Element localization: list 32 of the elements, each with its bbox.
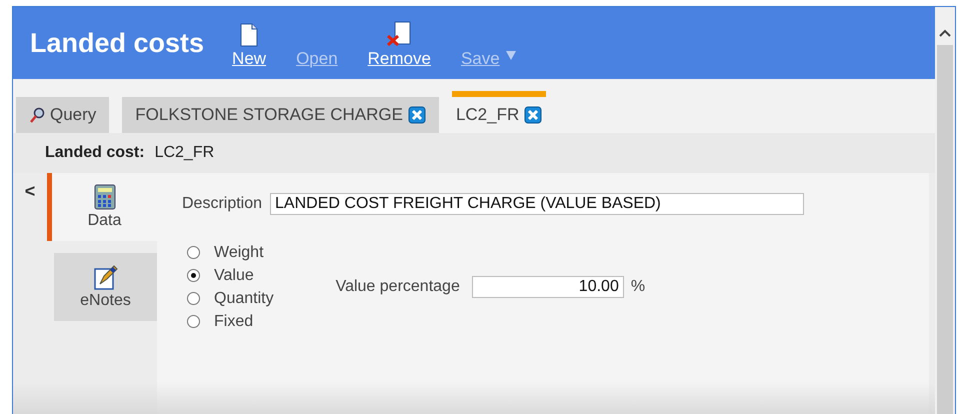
percentage-field[interactable]: 10.00 <box>472 276 624 298</box>
radio-button[interactable] <box>187 246 200 259</box>
radio-button[interactable] <box>187 315 200 328</box>
document-icon <box>240 23 258 47</box>
scroll-up-icon[interactable] <box>939 29 951 37</box>
description-field[interactable]: LANDED COST FREIGHT CHARGE (VALUE BASED) <box>270 193 804 215</box>
radio-label: Value <box>214 266 254 284</box>
radio-label: Weight <box>214 244 264 262</box>
remove-button[interactable]: Remove <box>368 17 431 69</box>
side-tab[interactable]: Data <box>47 173 157 241</box>
radio-label: Quantity <box>214 290 274 308</box>
close-icon[interactable] <box>524 106 542 124</box>
magnifier-icon <box>29 107 45 123</box>
new-button[interactable]: New <box>232 17 266 69</box>
pen-note-icon <box>94 264 118 290</box>
field-value: LC2_FR <box>154 144 214 162</box>
delete-document-icon <box>386 21 412 47</box>
collapse-button[interactable]: < <box>13 173 47 201</box>
radio-label: Fixed <box>214 312 254 330</box>
radio-button[interactable] <box>187 292 200 305</box>
window-title: Landed costs <box>30 28 204 58</box>
close-icon[interactable] <box>408 106 426 124</box>
field-label: Landed cost: <box>45 144 145 162</box>
field-label: Value percentage <box>336 278 460 296</box>
tab[interactable]: Query <box>16 97 110 133</box>
radio-button[interactable] <box>187 269 200 282</box>
unit-label: % <box>630 278 646 296</box>
side-tab[interactable]: eNotes <box>54 253 157 321</box>
tab[interactable]: FOLKSTONE STORAGE CHARGE <box>122 97 439 133</box>
scrollbar-thumb[interactable] <box>937 45 953 414</box>
field-label: Description <box>182 195 262 213</box>
calculator-icon <box>94 184 116 210</box>
